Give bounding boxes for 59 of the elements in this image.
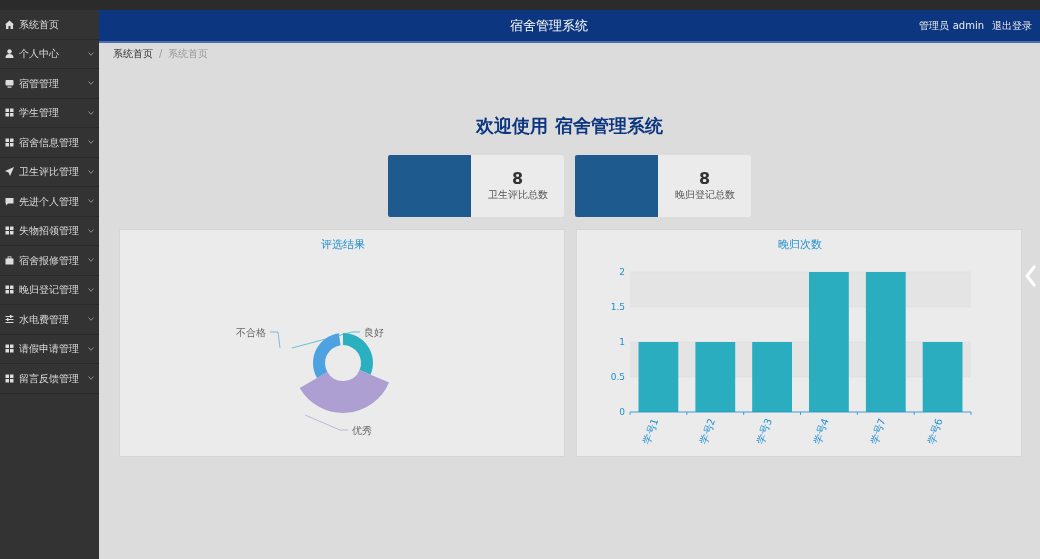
x-tick-label: 学号1 (640, 416, 661, 446)
chart-title: 评选结果 (321, 238, 365, 251)
breadcrumb-separator: / (159, 47, 163, 61)
grid-icon (5, 285, 14, 295)
chat-icon (5, 196, 14, 206)
grid-icon (5, 373, 14, 383)
grid-icon (5, 108, 14, 118)
welcome-heading: 欢迎使用 宿舍管理系统 (474, 114, 664, 138)
stat-label: 卫生评比总数 (487, 188, 548, 203)
bar (752, 342, 792, 412)
stat-label: 晚归登记总数 (674, 188, 735, 203)
sidebar-item[interactable]: 宿管管理 (0, 69, 99, 99)
paper-plane-icon (5, 167, 14, 177)
y-tick-label: 0 (619, 407, 625, 417)
segment-label: 优秀 (352, 424, 372, 436)
sidebar-item[interactable]: 失物招领管理 (0, 216, 99, 246)
sidebar-item[interactable]: 请假申请管理 (0, 334, 99, 364)
sidebar-item[interactable]: 宿舍报修管理 (0, 246, 99, 276)
sidebar-item[interactable]: 先进个人管理 (0, 187, 99, 217)
briefcase-icon (5, 255, 14, 265)
monitor-icon (5, 78, 14, 88)
leader-line (269, 331, 281, 349)
x-tick-label: 学号6 (925, 416, 945, 446)
bar (695, 342, 736, 412)
x-tick-label: 学号3 (754, 416, 774, 446)
x-tick-label: 学号2 (697, 416, 718, 446)
y-tick-label: 0.5 (610, 372, 625, 382)
chart-title: 晚归次数 (778, 238, 822, 251)
breadcrumb-item: 系统首页 (168, 47, 209, 61)
sidebar-item[interactable]: 宿舍信息管理 (0, 128, 99, 158)
sidebar-item[interactable]: 留言反馈管理 (0, 364, 99, 394)
grid-icon (5, 344, 14, 354)
segment-label: 良好 (364, 326, 384, 338)
sidebar-item[interactable]: 学生管理 (0, 98, 99, 128)
home-icon (5, 19, 14, 29)
person-icon (5, 49, 14, 59)
leader-line (304, 414, 349, 431)
user-label: 管理员 admin (919, 19, 984, 33)
x-tick-label: 学号4 (811, 416, 831, 446)
y-tick-label: 2 (619, 267, 625, 277)
sidebar-item[interactable]: 晚归登记管理 (0, 275, 99, 305)
grid-icon (5, 137, 14, 147)
sliders-icon (5, 314, 14, 324)
breadcrumb-item[interactable]: 系统首页 (113, 46, 153, 61)
bar (922, 342, 963, 412)
app-title: 宿舍管理系统 (509, 16, 590, 35)
sidebar-item[interactable]: 个人中心 (0, 39, 99, 69)
bar (638, 342, 679, 412)
chevron-left-icon[interactable] (1024, 264, 1038, 288)
segment-label: 不合格 (236, 326, 266, 338)
stat-value: 8 (511, 169, 524, 188)
grid-icon (5, 226, 14, 236)
y-tick-label: 1 (619, 337, 625, 347)
x-tick-label: 学号7 (868, 416, 888, 446)
logout-link[interactable]: 退出登录 (992, 18, 1032, 33)
sidebar-item[interactable]: 卫生评比管理 (0, 157, 99, 187)
stat-value: 8 (698, 169, 711, 188)
sidebar-item[interactable]: 水电费管理 (0, 305, 99, 335)
y-tick-label: 1.5 (610, 302, 625, 312)
